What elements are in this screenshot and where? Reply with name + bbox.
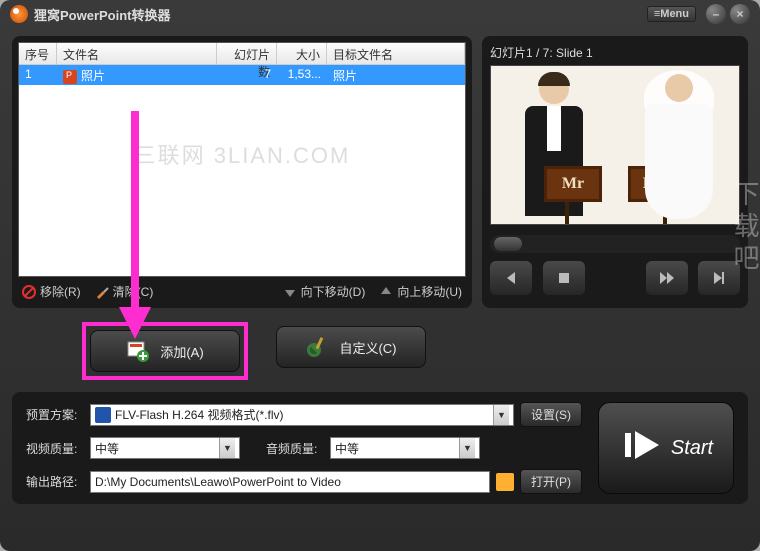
ppt-icon bbox=[63, 70, 77, 84]
watermark: 三联网 3LIAN.COM bbox=[19, 138, 465, 170]
sign-mr: Mr bbox=[544, 166, 602, 202]
chevron-down-icon[interactable]: ▼ bbox=[459, 438, 475, 458]
profile-label: 预置方案: bbox=[26, 406, 84, 423]
output-path-input[interactable]: D:\My Documents\Leawo\PowerPoint to Vide… bbox=[90, 471, 490, 493]
file-list[interactable]: 序号 文件名 幻灯片数 大小 目标文件名 1 照片 7 1,53... 照片 三… bbox=[18, 42, 466, 277]
tools-icon bbox=[305, 335, 329, 359]
chevron-down-icon[interactable]: ▼ bbox=[493, 405, 509, 425]
broom-icon bbox=[95, 285, 109, 299]
add-button[interactable]: 添加(A) bbox=[90, 330, 240, 372]
col-name[interactable]: 文件名 bbox=[57, 43, 217, 64]
app-title: 狸窝PowerPoint转换器 bbox=[34, 5, 171, 24]
play-button[interactable] bbox=[646, 261, 688, 295]
profile-combo[interactable]: FLV-Flash H.264 视频格式(*.flv) ▼ bbox=[90, 404, 514, 426]
browse-folder-icon[interactable] bbox=[496, 473, 514, 491]
arrow-up-icon bbox=[379, 285, 393, 299]
cell-slides: 7 bbox=[217, 65, 277, 85]
open-button[interactable]: 打开(P) bbox=[520, 469, 582, 494]
stop-button[interactable] bbox=[543, 261, 585, 295]
minimize-button[interactable]: – bbox=[706, 4, 726, 24]
flv-icon bbox=[95, 407, 111, 423]
col-size[interactable]: 大小 bbox=[277, 43, 327, 64]
app-logo-icon bbox=[10, 5, 28, 23]
start-button[interactable]: Start bbox=[598, 402, 734, 494]
col-target[interactable]: 目标文件名 bbox=[327, 43, 465, 64]
col-slides[interactable]: 幻灯片数 bbox=[217, 43, 277, 64]
moveup-button[interactable]: 向上移动(U) bbox=[379, 283, 462, 300]
video-quality-label: 视频质量: bbox=[26, 440, 84, 457]
output-path-label: 输出路径: bbox=[26, 473, 84, 490]
clear-button[interactable]: 清除(C) bbox=[95, 283, 154, 300]
custom-button[interactable]: 自定义(C) bbox=[276, 326, 426, 368]
file-list-panel: 序号 文件名 幻灯片数 大小 目标文件名 1 照片 7 1,53... 照片 三… bbox=[12, 36, 472, 308]
annotation-arrow bbox=[115, 111, 155, 341]
cell-seq: 1 bbox=[19, 65, 57, 85]
menu-button[interactable]: ≡Menu bbox=[647, 6, 696, 22]
chevron-down-icon[interactable]: ▼ bbox=[219, 438, 235, 458]
video-quality-combo[interactable]: 中等▼ bbox=[90, 437, 240, 459]
cell-target: 照片 bbox=[327, 65, 465, 85]
cell-size: 1,53... bbox=[277, 65, 327, 85]
forbid-icon bbox=[22, 285, 36, 299]
cell-name: 照片 bbox=[57, 65, 217, 85]
add-file-icon bbox=[126, 339, 150, 363]
col-seq[interactable]: 序号 bbox=[19, 43, 57, 64]
preview-panel: 幻灯片1 / 7: Slide 1 Mr Mrs bbox=[482, 36, 748, 308]
close-button[interactable]: × bbox=[730, 4, 750, 24]
audio-quality-label: 音频质量: bbox=[266, 440, 324, 457]
timeline-slider[interactable] bbox=[490, 235, 740, 253]
preview-title: 幻灯片1 / 7: Slide 1 bbox=[490, 44, 740, 61]
next-button[interactable] bbox=[698, 261, 740, 295]
start-icon bbox=[619, 423, 663, 473]
add-highlight: 添加(A) bbox=[82, 322, 248, 380]
settings-button[interactable]: 设置(S) bbox=[520, 402, 582, 427]
preview-image: Mr Mrs bbox=[490, 65, 740, 225]
prev-button[interactable] bbox=[490, 261, 532, 295]
table-row[interactable]: 1 照片 7 1,53... 照片 bbox=[19, 65, 465, 85]
audio-quality-combo[interactable]: 中等▼ bbox=[330, 437, 480, 459]
slider-thumb[interactable] bbox=[494, 237, 522, 251]
arrow-down-icon bbox=[283, 285, 297, 299]
remove-button[interactable]: 移除(R) bbox=[22, 283, 81, 300]
movedown-button[interactable]: 向下移动(D) bbox=[283, 283, 366, 300]
